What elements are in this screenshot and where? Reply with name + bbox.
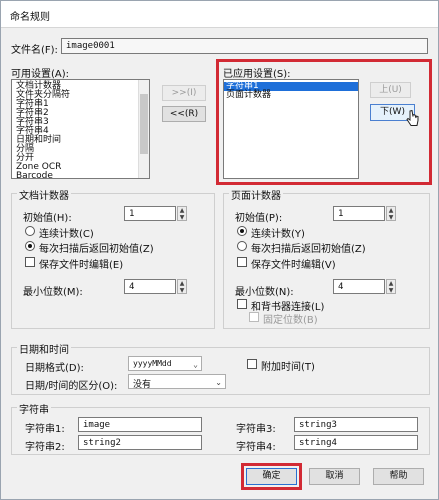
datetime-separator-label: 日期/时间的区分(O):: [25, 381, 118, 392]
move-up-button[interactable]: 上(U): [370, 82, 411, 98]
add-setting-button[interactable]: >>(I): [162, 85, 206, 101]
available-list-scrollbar[interactable]: [138, 80, 149, 178]
doc-min-digits-field[interactable]: 4: [124, 279, 176, 294]
document-counter-title: 文档计数器: [17, 187, 71, 202]
help-button[interactable]: 帮助: [373, 468, 424, 485]
doc-edit-on-save-checkbox[interactable]: [25, 257, 35, 267]
append-time-checkbox[interactable]: [247, 359, 257, 369]
datetime-separator-value: 没有: [133, 380, 152, 390]
doc-edit-on-save-label: 保存文件时编辑(E): [39, 260, 124, 271]
dialog-title: 命名规则: [10, 12, 50, 23]
available-settings-list[interactable]: 文档计数器 文件夹分隔符 字符串1 字符串2 字符串3 字符串4 日期和时间 分隔 分开 Zone…: [11, 79, 150, 179]
page-edit-on-save-label: 保存文件时编辑(V): [251, 260, 336, 271]
append-time-label: 附加时间(T): [261, 362, 315, 373]
string1-field[interactable]: image: [78, 417, 202, 432]
cancel-button[interactable]: 取消: [309, 468, 360, 485]
date-format-select[interactable]: yyyyMMdd ⌄: [128, 356, 202, 371]
applied-settings-list[interactable]: 字符串1 页面计数器: [223, 79, 359, 179]
ok-button[interactable]: 确定: [246, 468, 297, 485]
page-continuous-label: 连续计数(Y): [251, 229, 305, 240]
title-bar: 命名规则: [1, 1, 438, 28]
naming-rules-dialog: 命名规则 文件名(F): image0001 可用设置(A): 文档计数器 文件夹…: [0, 0, 439, 500]
page-min-digits-field[interactable]: 4: [333, 279, 385, 294]
doc-init-spinner[interactable]: ▲ ▼: [177, 206, 187, 221]
string3-label: 字符串3:: [236, 424, 276, 435]
string2-field[interactable]: string2: [78, 435, 202, 450]
fixed-digits-label: 固定位数(B): [263, 315, 318, 326]
strings-title: 字符串: [17, 401, 51, 416]
available-settings-label: 可用设置(A):: [11, 69, 70, 80]
page-edit-on-save-checkbox[interactable]: [237, 257, 247, 267]
scrollbar-thumb[interactable]: [140, 94, 148, 154]
doc-continuous-label: 连续计数(C): [39, 229, 94, 240]
doc-continuous-radio[interactable]: [25, 226, 35, 236]
applied-setting-item[interactable]: 页面计数器: [224, 91, 358, 100]
chevron-down-icon: ⌄: [215, 378, 222, 387]
date-format-label: 日期格式(D):: [25, 363, 84, 374]
page-reset-label: 每次扫描后返回初始值(Z): [251, 244, 366, 255]
doc-min-digits-label: 最小位数(M):: [23, 287, 83, 298]
applied-settings-label: 已应用设置(S):: [223, 69, 291, 80]
datetime-separator-select[interactable]: 没有 ⌄: [128, 374, 226, 390]
datetime-title: 日期和时间: [17, 341, 71, 356]
string4-label: 字符串4:: [236, 442, 276, 453]
filename-field[interactable]: image0001: [61, 38, 428, 54]
page-init-field[interactable]: 1: [333, 206, 385, 221]
page-reset-radio[interactable]: [237, 241, 247, 251]
string3-field[interactable]: string3: [294, 417, 418, 432]
page-continuous-radio[interactable]: [237, 226, 247, 236]
page-init-spinner[interactable]: ▲ ▼: [386, 206, 396, 221]
doc-reset-label: 每次扫描后返回初始值(Z): [39, 244, 154, 255]
date-format-value: yyyyMMdd: [133, 359, 172, 368]
doc-min-digits-spinner[interactable]: ▲ ▼: [177, 279, 187, 294]
mouse-pointer-icon: [406, 109, 420, 132]
chevron-down-icon: ⌄: [193, 360, 198, 369]
page-min-digits-spinner[interactable]: ▲ ▼: [386, 279, 396, 294]
doc-init-label: 初始值(H):: [23, 213, 72, 224]
string2-label: 字符串2:: [25, 442, 65, 453]
binder-link-checkbox[interactable]: [237, 299, 247, 309]
remove-setting-button[interactable]: <<(R): [162, 106, 206, 122]
doc-init-field[interactable]: 1: [124, 206, 176, 221]
string4-field[interactable]: string4: [294, 435, 418, 450]
doc-reset-radio[interactable]: [25, 241, 35, 251]
page-min-digits-label: 最小位数(N):: [235, 287, 294, 298]
page-init-label: 初始值(P):: [235, 213, 283, 224]
fixed-digits-checkbox[interactable]: [249, 312, 259, 322]
available-setting-item[interactable]: Barcode: [14, 172, 137, 179]
page-counter-title: 页面计数器: [229, 187, 283, 202]
string1-label: 字符串1:: [25, 424, 65, 435]
filename-label: 文件名(F):: [11, 45, 58, 56]
